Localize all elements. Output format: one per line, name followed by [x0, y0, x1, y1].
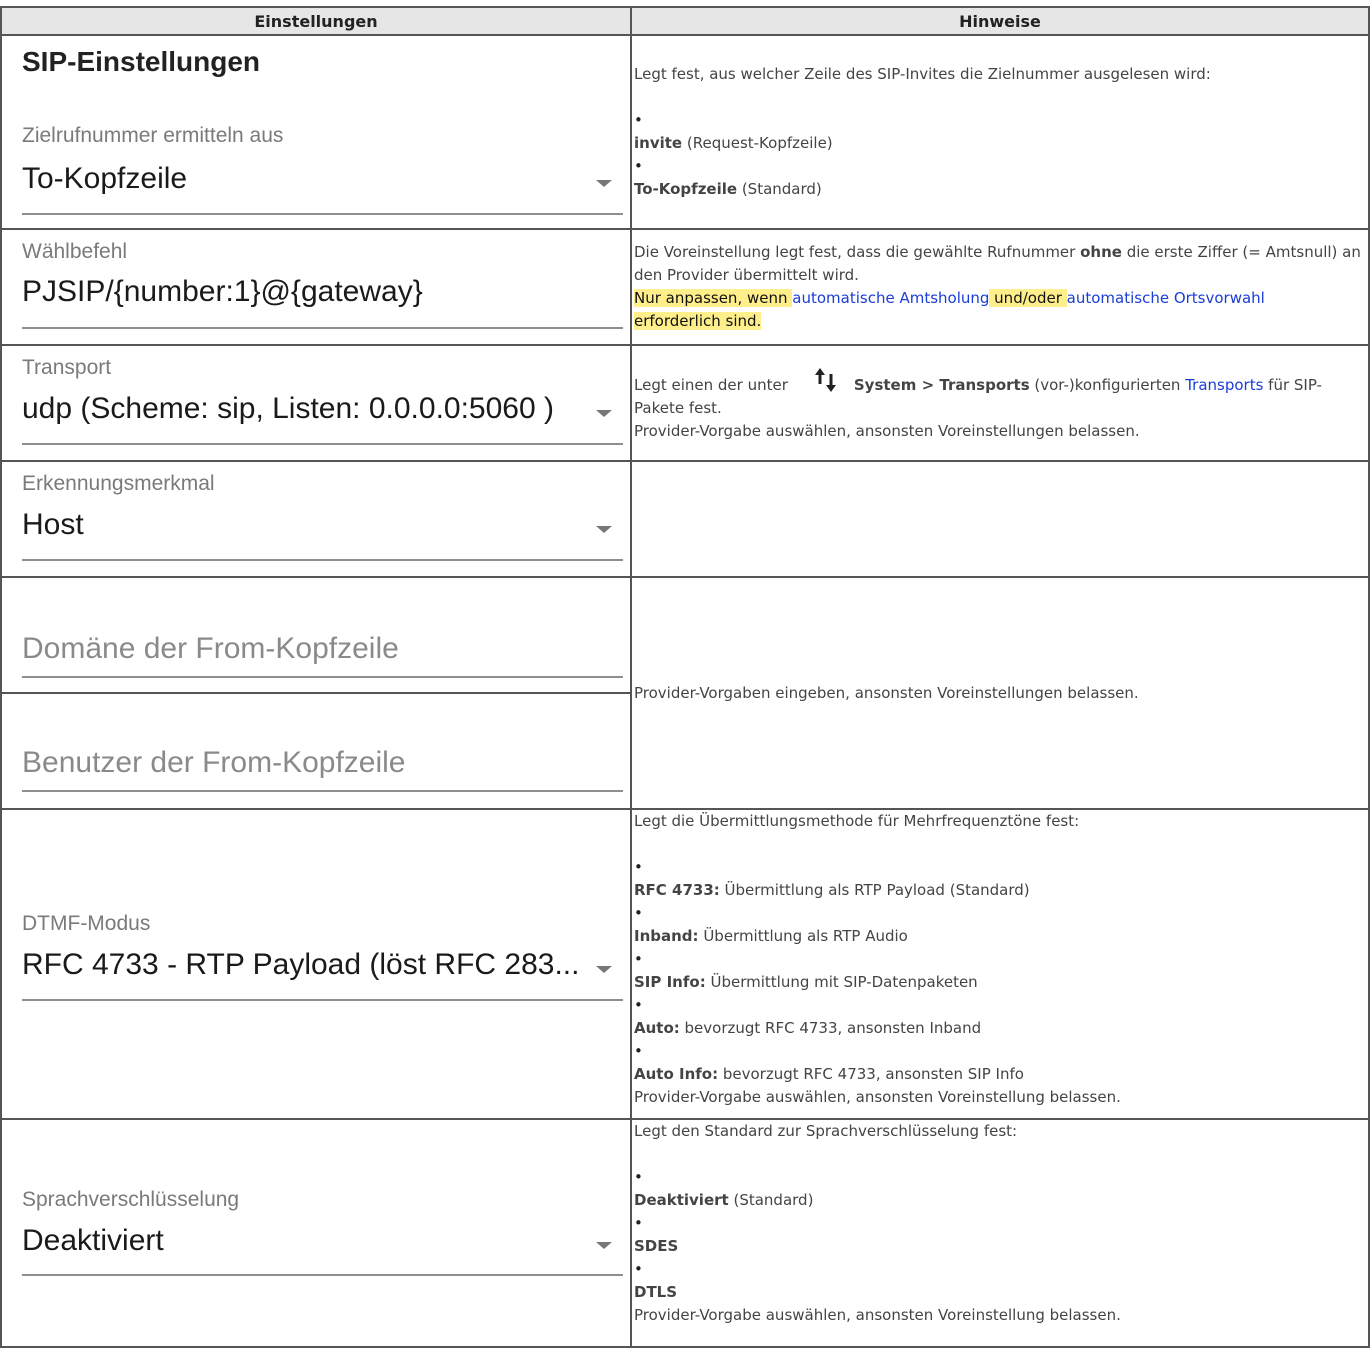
dropdown-arrow-icon[interactable] [596, 526, 612, 533]
waehlbefehl-input[interactable]: PJSIP/{number:1}@{gateway} [22, 275, 622, 309]
dropdown-arrow-icon[interactable] [596, 180, 612, 187]
waehlbefehl-label: Wählbefehl [22, 240, 128, 263]
highlight-text: Nur anpassen, wenn [634, 289, 793, 307]
note-text: Provider-Vorgabe auswählen, ansonsten Vo… [634, 1088, 1121, 1106]
arrows-up-down-icon [812, 364, 840, 396]
field-underline [22, 213, 623, 215]
bullet: • [634, 111, 643, 129]
bullet: • [634, 1260, 643, 1278]
section-title: SIP-Einstellungen [22, 46, 261, 77]
note-bold: Inband: [634, 927, 699, 945]
note-text: Legt die Übermittlungsmethode für Mehrfr… [634, 812, 1080, 830]
note-text: Übermittlung als RTP Audio [698, 927, 908, 945]
note-bold: invite [634, 134, 683, 152]
transport-label: Transport [22, 356, 112, 379]
note-zielrufnummer: Legt fest, aus welcher Zeile des SIP-Inv… [630, 34, 1370, 230]
bullet: • [634, 996, 643, 1014]
note-waehlbefehl: Die Voreinstellung legt fest, dass die g… [630, 228, 1370, 346]
bullet: • [634, 157, 643, 175]
dtmf-select[interactable]: RFC 4733 - RTP Payload (löst RFC 283... [22, 948, 590, 982]
note-text: Provider-Vorgaben eingeben, ansonsten Vo… [634, 683, 1139, 702]
note-text: Übermittlung als RTP Payload (Standard) [719, 881, 1030, 899]
note-bold: Deaktiviert [634, 1191, 729, 1209]
note-sprachverschluesselung: Legt den Standard zur Sprachverschlüssel… [630, 1118, 1370, 1348]
note-bold: SIP Info: [634, 973, 706, 991]
cell-from-user: Benutzer der From-Kopfzeile [0, 692, 632, 810]
link-transports[interactable]: Transports [1185, 376, 1263, 394]
note-dtmf: Legt die Übermittlungsmethode für Mehrfr… [630, 808, 1370, 1120]
header-einstellungen: Einstellungen [0, 6, 632, 36]
note-text: Provider-Vorgabe auswählen, ansonsten Vo… [634, 1306, 1121, 1324]
cell-erkennungsmerkmal: Erkennungsmerkmal Host [0, 460, 632, 578]
cell-waehlbefehl: Wählbefehl PJSIP/{number:1}@{gateway} [0, 228, 632, 346]
note-bold: Auto Info: [634, 1065, 719, 1083]
highlight-text: erforderlich sind. [634, 312, 762, 330]
zielrufnummer-select[interactable]: To-Kopfzeile [22, 162, 582, 196]
header-hinweise: Hinweise [630, 6, 1370, 36]
dropdown-arrow-icon[interactable] [596, 410, 612, 417]
from-user-input[interactable]: Benutzer der From-Kopfzeile [22, 746, 406, 780]
note-text: bevorzugt RFC 4733, ansonsten Inband [679, 1019, 982, 1037]
dropdown-arrow-icon[interactable] [596, 1242, 612, 1249]
note-text: Übermittlung mit SIP-Datenpaketen [705, 973, 978, 991]
erkennungsmerkmal-label: Erkennungsmerkmal [22, 472, 215, 495]
link-automatische-ortsvorwahl[interactable]: automatische Ortsvorwahl [1067, 289, 1265, 307]
sprachverschluesselung-select[interactable]: Deaktiviert [22, 1224, 582, 1258]
bullet: • [634, 1214, 643, 1232]
note-bold: To-Kopfzeile [634, 180, 738, 198]
field-underline [22, 559, 623, 561]
dropdown-arrow-icon[interactable] [596, 966, 612, 973]
transport-select[interactable]: udp (Scheme: sip, Listen: 0.0.0.0:5060 ) [22, 392, 590, 426]
note-bold: ohne [1080, 243, 1122, 261]
field-underline [22, 999, 623, 1001]
field-underline [22, 676, 623, 678]
note-text: Legt den Standard zur Sprachverschlüssel… [634, 1122, 1018, 1140]
highlight-text: und/oder [989, 289, 1067, 307]
bullet: • [634, 1042, 643, 1060]
cell-dtmf: DTMF-Modus RFC 4733 - RTP Payload (löst … [0, 808, 632, 1120]
bullet: • [634, 858, 643, 876]
cell-zielrufnummer: SIP-Einstellungen Zielrufnummer ermittel… [0, 34, 632, 230]
note-bold: SDES [634, 1237, 679, 1255]
note-bold: DTLS [634, 1283, 678, 1301]
note-erkennungsmerkmal-empty [630, 460, 1370, 578]
from-domain-input[interactable]: Domäne der From-Kopfzeile [22, 632, 399, 666]
cell-transport: Transport udp (Scheme: sip, Listen: 0.0.… [0, 344, 632, 462]
note-bold: Auto: [634, 1019, 680, 1037]
link-automatische-amtsholung[interactable]: automatische Amtsholung [792, 289, 989, 307]
note-text: (Standard) [728, 1191, 814, 1209]
note-transport: Legt einen der unter System > Transports … [630, 344, 1370, 462]
bullet: • [634, 904, 643, 922]
note-bold: System > Transports [853, 375, 1030, 394]
cell-from-domain: Domäne der From-Kopfzeile [0, 576, 632, 694]
settings-table: Einstellungen Hinweise SIP-Einstellungen… [0, 6, 1370, 1348]
note-text: (Standard) [737, 180, 822, 198]
cell-sprachverschluesselung: Sprachverschlüsselung Deaktiviert [0, 1118, 632, 1348]
erkennungsmerkmal-select[interactable]: Host [22, 508, 582, 542]
note-text: (vor-)konfigurierten [1029, 375, 1186, 394]
zielrufnummer-label: Zielrufnummer ermitteln aus [22, 124, 284, 147]
note-bold: RFC 4733: [634, 881, 720, 899]
field-underline [22, 790, 623, 792]
note-text: (Request-Kopfzeile) [682, 134, 833, 152]
sprachverschluesselung-label: Sprachverschlüsselung [22, 1188, 240, 1211]
dtmf-label: DTMF-Modus [22, 912, 151, 935]
bullet: • [634, 950, 643, 968]
field-underline [22, 443, 623, 445]
note-from: Provider-Vorgaben eingeben, ansonsten Vo… [630, 576, 1370, 810]
bullet: • [634, 1168, 643, 1186]
note-text: bevorzugt RFC 4733, ansonsten SIP Info [718, 1065, 1024, 1083]
note-text: Die Voreinstellung legt fest, dass die g… [634, 243, 1081, 261]
note-text: Legt fest, aus welcher Zeile des SIP-Inv… [634, 65, 1211, 83]
note-text: Legt einen der unter [634, 375, 788, 394]
field-underline [22, 1274, 623, 1276]
field-underline [22, 327, 623, 329]
note-text: Provider-Vorgabe auswählen, ansonsten Vo… [634, 421, 1140, 440]
